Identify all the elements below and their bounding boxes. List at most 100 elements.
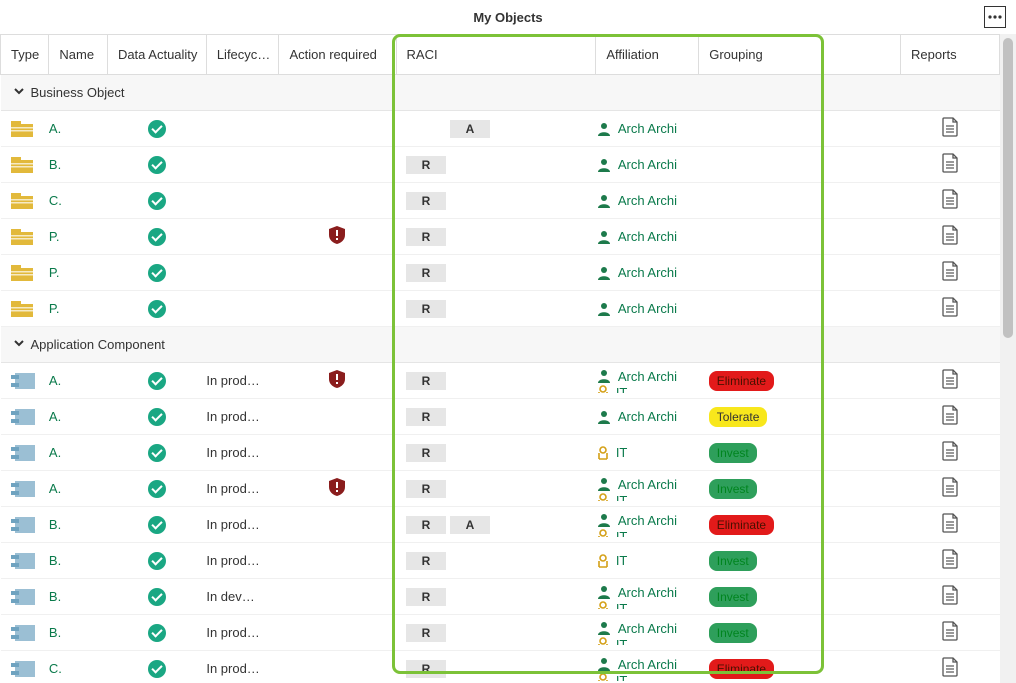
table-row[interactable]: P.RArch Archi (1, 255, 1000, 291)
cell-name[interactable]: A. (49, 363, 108, 399)
report-icon[interactable] (941, 189, 959, 209)
report-icon[interactable] (941, 621, 959, 641)
group-row[interactable]: Application Component (1, 327, 1000, 363)
affiliation-line[interactable]: Arch Archi (596, 656, 699, 672)
cell-name[interactable]: B. (49, 579, 108, 615)
col-reports[interactable]: Reports (901, 35, 1000, 75)
name-link[interactable]: B. (49, 553, 61, 568)
affiliation-line[interactable]: IT (596, 445, 699, 461)
affiliation-line[interactable]: IT (596, 553, 699, 569)
report-icon[interactable] (941, 477, 959, 497)
table-row[interactable]: A.XAArch Archi (1, 111, 1000, 147)
cell-name[interactable]: B. (49, 507, 108, 543)
table-row[interactable]: A.In prod…RITInvest (1, 435, 1000, 471)
cell-name[interactable]: C. (49, 651, 108, 683)
cell-name[interactable]: B. (49, 615, 108, 651)
affiliation-line[interactable]: IT (596, 637, 699, 645)
name-link[interactable]: A. (49, 409, 61, 424)
report-icon[interactable] (941, 549, 959, 569)
cell-reports[interactable] (901, 183, 1000, 219)
cell-reports[interactable] (901, 435, 1000, 471)
report-icon[interactable] (941, 297, 959, 317)
report-icon[interactable] (941, 441, 959, 461)
name-link[interactable]: P. (49, 229, 60, 244)
affiliation-line[interactable]: Arch Archi (596, 157, 699, 173)
cell-name[interactable]: P. (49, 219, 108, 255)
name-link[interactable]: P. (49, 301, 60, 316)
cell-reports[interactable] (901, 291, 1000, 327)
col-name[interactable]: Name (49, 35, 108, 75)
cell-reports[interactable] (901, 507, 1000, 543)
table-row[interactable]: C.RArch Archi (1, 183, 1000, 219)
affiliation-line[interactable]: Arch Archi (596, 409, 699, 425)
cell-reports[interactable] (901, 543, 1000, 579)
report-icon[interactable] (941, 657, 959, 677)
cell-name[interactable]: P. (49, 291, 108, 327)
report-icon[interactable] (941, 153, 959, 173)
chevron-down-icon[interactable] (13, 337, 25, 352)
chevron-down-icon[interactable] (13, 85, 25, 100)
report-icon[interactable] (941, 405, 959, 425)
table-row[interactable]: B.In prod…RITInvest (1, 543, 1000, 579)
cell-reports[interactable] (901, 363, 1000, 399)
affiliation-line[interactable]: Arch Archi (596, 265, 699, 281)
name-link[interactable]: B. (49, 517, 61, 532)
report-icon[interactable] (941, 117, 959, 137)
affiliation-line[interactable]: Arch Archi (596, 512, 699, 528)
cell-reports[interactable] (901, 255, 1000, 291)
cell-name[interactable]: B. (49, 543, 108, 579)
cell-reports[interactable] (901, 615, 1000, 651)
affiliation-line[interactable]: IT (596, 493, 699, 501)
report-icon[interactable] (941, 225, 959, 245)
table-row[interactable]: B.In prod…RArch ArchiITInvest (1, 615, 1000, 651)
table-row[interactable]: P.RArch Archi (1, 219, 1000, 255)
name-link[interactable]: C. (49, 661, 62, 676)
col-affiliation[interactable]: Affiliation (596, 35, 699, 75)
report-icon[interactable] (941, 369, 959, 389)
col-action[interactable]: Action required (279, 35, 396, 75)
col-grouping[interactable]: Grouping (699, 35, 901, 75)
report-icon[interactable] (941, 585, 959, 605)
affiliation-line[interactable]: IT (596, 529, 699, 537)
cell-reports[interactable] (901, 651, 1000, 683)
table-row[interactable]: A.In prod…RArch ArchiITInvest (1, 471, 1000, 507)
affiliation-line[interactable]: Arch Archi (596, 476, 699, 492)
affiliation-line[interactable]: Arch Archi (596, 368, 699, 384)
affiliation-line[interactable]: Arch Archi (596, 193, 699, 209)
affiliation-line[interactable]: Arch Archi (596, 620, 699, 636)
cell-name[interactable]: B. (49, 147, 108, 183)
affiliation-line[interactable]: Arch Archi (596, 229, 699, 245)
cell-reports[interactable] (901, 147, 1000, 183)
cell-reports[interactable] (901, 219, 1000, 255)
name-link[interactable]: A. (49, 481, 61, 496)
report-icon[interactable] (941, 261, 959, 281)
name-link[interactable]: A. (49, 445, 61, 460)
name-link[interactable]: A. (49, 121, 61, 136)
affiliation-line[interactable]: Arch Archi (596, 301, 699, 317)
name-link[interactable]: B. (49, 625, 61, 640)
table-row[interactable]: B.In dev…RArch ArchiITInvest (1, 579, 1000, 615)
cell-name[interactable]: A. (49, 111, 108, 147)
cell-name[interactable]: A. (49, 399, 108, 435)
affiliation-line[interactable]: IT (596, 601, 699, 609)
cell-name[interactable]: A. (49, 471, 108, 507)
col-lifecycle[interactable]: Lifecyc… (206, 35, 279, 75)
table-row[interactable]: B.In prod…RAArch ArchiITEliminate (1, 507, 1000, 543)
col-actuality[interactable]: Data Actuality (107, 35, 206, 75)
more-menu-button[interactable] (984, 6, 1006, 28)
table-row[interactable]: B.RArch Archi (1, 147, 1000, 183)
cell-name[interactable]: C. (49, 183, 108, 219)
cell-reports[interactable] (901, 399, 1000, 435)
table-row[interactable]: A.In prod…RArch ArchiITEliminate (1, 363, 1000, 399)
cell-reports[interactable] (901, 579, 1000, 615)
group-row[interactable]: Business Object (1, 75, 1000, 111)
affiliation-line[interactable]: IT (596, 673, 699, 681)
table-row[interactable]: C.In prod…RArch ArchiITEliminate (1, 651, 1000, 683)
cell-reports[interactable] (901, 111, 1000, 147)
name-link[interactable]: C. (49, 193, 62, 208)
table-row[interactable]: A.In prod…RArch ArchiTolerate (1, 399, 1000, 435)
name-link[interactable]: B. (49, 589, 61, 604)
affiliation-line[interactable]: Arch Archi (596, 584, 699, 600)
report-icon[interactable] (941, 513, 959, 533)
affiliation-line[interactable]: IT (596, 385, 699, 393)
